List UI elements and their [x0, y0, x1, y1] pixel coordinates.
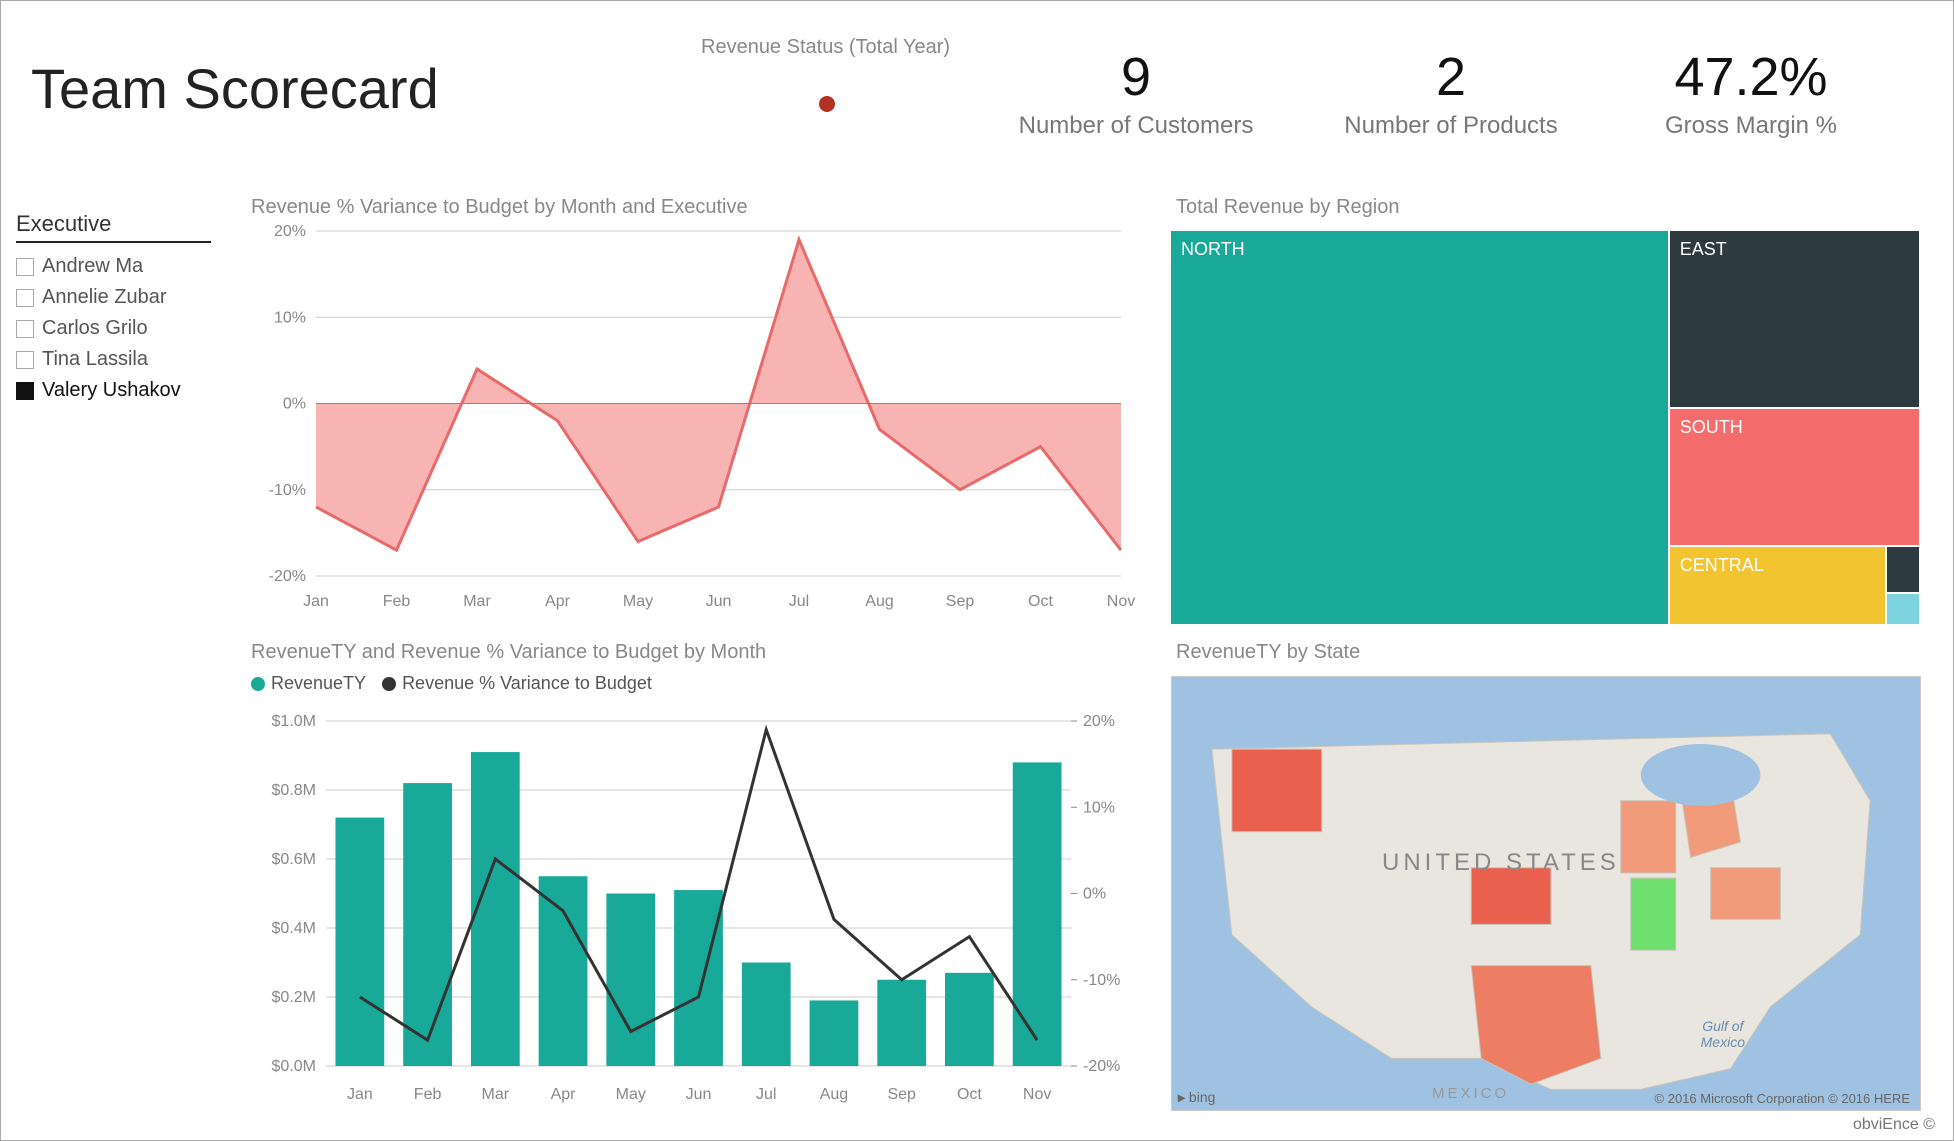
kpi-customers-value: 9 [1006, 46, 1266, 108]
svg-text:-20%: -20% [1083, 1058, 1120, 1075]
kpi-products-label: Number of Products [1321, 112, 1581, 140]
variance-area-chart[interactable]: -20% -10% 0% 10% 20% Jan Feb Mar Apr May Jun Jul Aug… [246, 196, 1141, 616]
slicer-item-annelie-zubar[interactable]: Annelie Zubar [16, 282, 211, 313]
svg-text:10%: 10% [274, 309, 306, 326]
svg-text:Feb: Feb [383, 593, 411, 610]
executive-slicer-title: Executive [16, 211, 211, 243]
slicer-item-label: Valery Ushakov [42, 379, 181, 402]
svg-text:-10%: -10% [1083, 972, 1120, 989]
svg-text:Jul: Jul [756, 1086, 776, 1103]
kpi-customers-label: Number of Customers [1006, 112, 1266, 140]
treemap-cell-north[interactable]: NORTH [1171, 231, 1668, 624]
svg-text:Jun: Jun [686, 1086, 712, 1103]
revenue-status-indicator [819, 96, 835, 112]
checkbox-icon [16, 289, 34, 307]
svg-text:$0.6M: $0.6M [272, 851, 316, 868]
svg-text:May: May [623, 593, 653, 610]
checkbox-icon [16, 320, 34, 338]
svg-text:Feb: Feb [414, 1086, 442, 1103]
svg-text:Aug: Aug [820, 1086, 848, 1103]
slicer-item-valery-ushakov[interactable]: Valery Ushakov [16, 375, 211, 406]
slicer-item-label: Tina Lassila [42, 348, 148, 371]
slicer-item-andrew-ma[interactable]: Andrew Ma [16, 251, 211, 282]
kpi-gross-margin-label: Gross Margin % [1601, 112, 1901, 140]
svg-text:20%: 20% [1083, 713, 1115, 730]
svg-text:$0.0M: $0.0M [272, 1058, 316, 1075]
checkbox-icon [16, 258, 34, 276]
svg-text:$1.0M: $1.0M [272, 713, 316, 730]
checkbox-icon [16, 351, 34, 369]
svg-text:0%: 0% [283, 396, 306, 413]
svg-text:Mar: Mar [482, 1086, 510, 1103]
svg-text:0%: 0% [1083, 886, 1106, 903]
svg-text:$0.2M: $0.2M [272, 989, 316, 1006]
footer-copyright: obviEnce © [1853, 1116, 1935, 1134]
page-title: Team Scorecard [31, 56, 439, 121]
state-map-chart[interactable]: UNITED STATES Gulf ofMexico MEXICO ▸ bin… [1171, 641, 1921, 1111]
svg-text:May: May [616, 1086, 646, 1103]
treemap-cell-other[interactable] [1887, 547, 1919, 592]
kpi-products-value: 2 [1321, 46, 1581, 108]
svg-text:Nov: Nov [1023, 1086, 1051, 1103]
slicer-item-label: Andrew Ma [42, 255, 143, 278]
svg-text:Nov: Nov [1107, 593, 1135, 610]
svg-text:Jan: Jan [347, 1086, 373, 1103]
executive-slicer[interactable]: Executive Andrew Ma Annelie Zubar Carlos G… [16, 211, 211, 406]
slicer-item-label: Annelie Zubar [42, 286, 167, 309]
svg-text:Jun: Jun [706, 593, 732, 610]
map-copyright: © 2016 Microsoft Corporation © 2016 HERE [1655, 1091, 1910, 1106]
map-mexico-label: MEXICO [1432, 1085, 1509, 1102]
svg-text:Mar: Mar [463, 593, 491, 610]
kpi-gross-margin: 47.2% Gross Margin % [1601, 46, 1901, 140]
checkbox-icon [16, 382, 34, 400]
map-gulf-label: Gulf ofMexico [1701, 1019, 1745, 1050]
svg-text:$0.8M: $0.8M [272, 782, 316, 799]
svg-text:-20%: -20% [269, 568, 306, 585]
svg-text:$0.4M: $0.4M [272, 920, 316, 937]
slicer-item-tina-lassila[interactable]: Tina Lassila [16, 344, 211, 375]
svg-text:Apr: Apr [551, 1086, 577, 1103]
treemap-cell-central[interactable]: CENTRAL [1670, 547, 1886, 624]
svg-text:Aug: Aug [865, 593, 893, 610]
treemap-cell-south[interactable]: SOUTH [1670, 409, 1919, 545]
svg-text:Jan: Jan [303, 593, 329, 610]
revenue-status-label: Revenue Status (Total Year) [701, 36, 950, 59]
slicer-item-carlos-grilo[interactable]: Carlos Grilo [16, 313, 211, 344]
svg-text:Sep: Sep [887, 1086, 916, 1103]
bing-logo: ▸ bing [1178, 1089, 1215, 1106]
svg-text:20%: 20% [274, 223, 306, 240]
combo-chart[interactable]: $0.0M $0.2M $0.4M $0.6M $0.8M $1.0M -20% -10% 0%… [246, 641, 1141, 1111]
treemap-cell-east[interactable]: EAST [1670, 231, 1919, 407]
svg-text:Oct: Oct [957, 1086, 982, 1103]
kpi-gross-margin-value: 47.2% [1601, 46, 1901, 108]
svg-text:Apr: Apr [545, 593, 571, 610]
treemap-cell-other[interactable] [1887, 594, 1919, 624]
map-country-label: UNITED STATES [1382, 849, 1620, 877]
svg-text:10%: 10% [1083, 799, 1115, 816]
svg-text:Oct: Oct [1028, 593, 1053, 610]
kpi-products: 2 Number of Products [1321, 46, 1581, 140]
region-treemap[interactable]: NORTHEASTSOUTHCENTRAL [1171, 196, 1921, 626]
kpi-customers: 9 Number of Customers [1006, 46, 1266, 140]
slicer-item-label: Carlos Grilo [42, 317, 148, 340]
svg-text:Jul: Jul [789, 593, 809, 610]
svg-text:Sep: Sep [946, 593, 975, 610]
svg-text:-10%: -10% [269, 482, 306, 499]
